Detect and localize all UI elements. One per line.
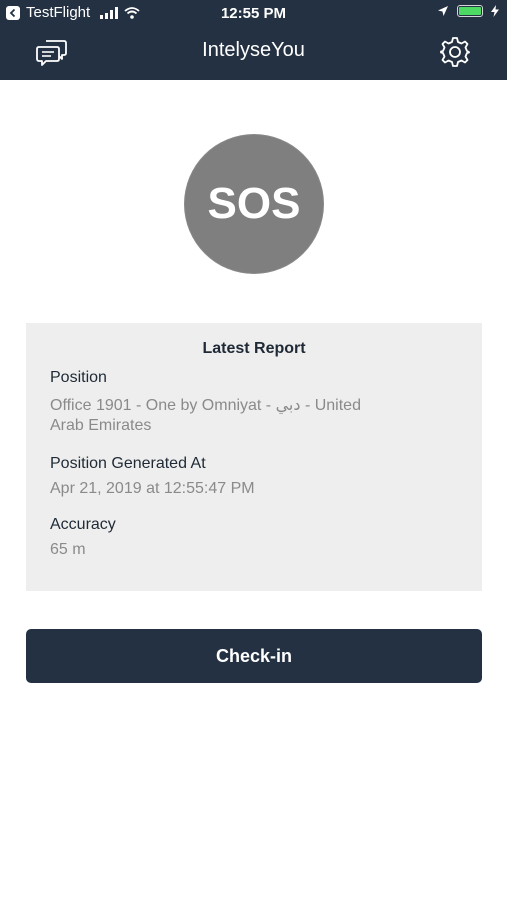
status-bar: TestFlight 12:55 PM (0, 0, 507, 28)
generated-at-label: Position Generated At (50, 455, 206, 472)
app-title: IntelyseYou (202, 39, 305, 61)
sos-area: SOS (184, 134, 324, 274)
accuracy-label: Accuracy (50, 516, 116, 533)
position-value-line1: Office 1901 - One by Omniyat - دبي - Uni… (50, 397, 361, 414)
accuracy-value: 65 m (50, 541, 86, 558)
charging-bolt-icon (491, 5, 499, 17)
generated-at-value: Apr 21, 2019 at 12:55:47 PM (50, 480, 255, 497)
navigation-bar: IntelyseYou (0, 28, 507, 80)
battery-icon (457, 5, 483, 17)
status-time: 12:55 PM (220, 5, 287, 22)
status-right (437, 5, 499, 17)
sos-button[interactable]: SOS (184, 134, 324, 274)
latest-report-card: Latest Report Position Office 1901 - One… (26, 323, 482, 591)
gear-icon[interactable] (439, 36, 471, 68)
check-in-button[interactable]: Check-in (26, 629, 482, 683)
top-bar: TestFlight 12:55 PM IntelyseYou (0, 0, 507, 80)
location-arrow-icon (438, 6, 448, 16)
position-label: Position (50, 369, 107, 386)
report-title: Latest Report (202, 340, 306, 357)
position-value-line2: Arab Emirates (50, 417, 152, 434)
